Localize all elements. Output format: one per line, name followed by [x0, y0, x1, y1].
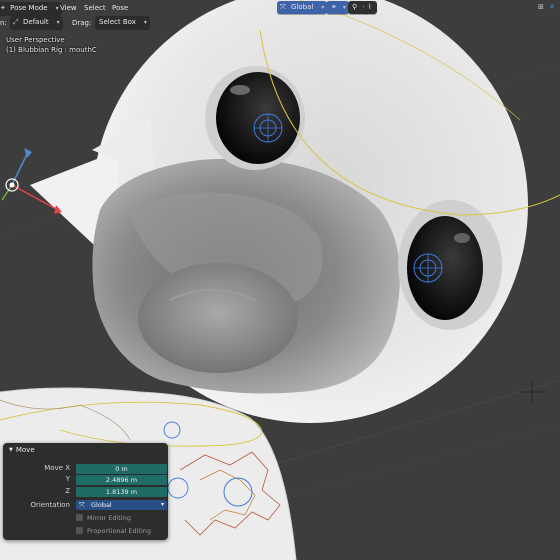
proportional-icon: ⌇: [368, 3, 372, 11]
proportional-editing-label: Proportional Editing: [87, 527, 152, 535]
orientation-label: n:: [0, 19, 7, 27]
snap-icon: ⚲: [352, 3, 358, 11]
panel-header[interactable]: ▼ Move: [9, 446, 35, 454]
viewport-header: ✦ Pose Mode ▾ View Select Pose ⤧ Global …: [0, 0, 560, 31]
menu-view[interactable]: View: [56, 2, 81, 15]
move-operator-panel[interactable]: ▼ Move Move X 0 m Y 2.4896 m Z 1.8139 m O…: [3, 443, 168, 540]
perspective-label: User Perspective: [6, 36, 65, 44]
transform-orientation-dropdown[interactable]: ⤧ Global ▾: [277, 1, 328, 14]
orientation-row-label: Orientation: [30, 501, 70, 509]
orientation-select[interactable]: ⤧ Global ▾: [76, 500, 167, 510]
panel-title: Move: [15, 446, 35, 454]
checkbox-icon: [76, 514, 83, 521]
chevron-down-icon: ▾: [321, 4, 325, 11]
link-icon: ⚭: [331, 3, 337, 11]
move-y-field[interactable]: 2.4896 m: [76, 474, 167, 485]
gizmo-toggle[interactable]: ⊞: [538, 1, 544, 14]
chevron-down-icon: ▾: [160, 501, 164, 508]
transform-orientation-icon: ⤧: [79, 501, 85, 509]
checkbox-icon: [76, 527, 83, 534]
move-x-field[interactable]: 0 m: [76, 464, 167, 474]
mirror-editing-checkbox[interactable]: Mirror Editing: [76, 513, 131, 523]
orientation-icon: ⤢: [13, 18, 19, 26]
proportional-editing-checkbox[interactable]: Proportional Editing: [76, 526, 151, 536]
transform-orientation-icon: ⤧: [280, 3, 286, 11]
orientation-dropdown[interactable]: ⤢ Default ▾: [10, 16, 63, 29]
pivot-dropdown[interactable]: ⚭ ▾: [326, 1, 349, 14]
object-label: (1) Blubbian Rig : mouthC: [6, 46, 97, 54]
mode-dropdown[interactable]: ✦ Pose Mode ▾: [0, 2, 62, 15]
move-z-field[interactable]: 1.8139 m: [76, 486, 167, 497]
collapse-triangle-icon: ▼: [9, 447, 13, 453]
drag-dropdown[interactable]: Select Box ▾: [95, 16, 150, 29]
chevron-down-icon: ▾: [342, 4, 346, 11]
move-x-label: Move X: [44, 464, 70, 472]
drag-value: Select Box: [99, 18, 136, 26]
transform-orientation-label: Global: [291, 3, 314, 11]
drag-label: Drag:: [72, 19, 92, 27]
menu-select[interactable]: Select: [80, 2, 110, 15]
mode-label: Pose Mode: [10, 4, 48, 12]
chevron-down-icon: ▾: [56, 19, 60, 26]
shading-icon: ✕: [549, 3, 555, 11]
shading-toggle[interactable]: ✕: [549, 1, 555, 14]
move-z-label: Z: [65, 487, 70, 495]
pose-mode-icon: ✦: [0, 4, 6, 12]
move-y-label: Y: [65, 475, 70, 483]
mirror-editing-label: Mirror Editing: [87, 514, 131, 522]
orientation-select-value: Global: [91, 501, 112, 509]
proportional-button[interactable]: ⌇: [364, 1, 378, 14]
menu-pose[interactable]: Pose: [108, 2, 132, 15]
orientation-value: Default: [23, 18, 49, 26]
chevron-down-icon: ▾: [143, 19, 147, 26]
gizmo-icon: ⊞: [538, 3, 544, 11]
